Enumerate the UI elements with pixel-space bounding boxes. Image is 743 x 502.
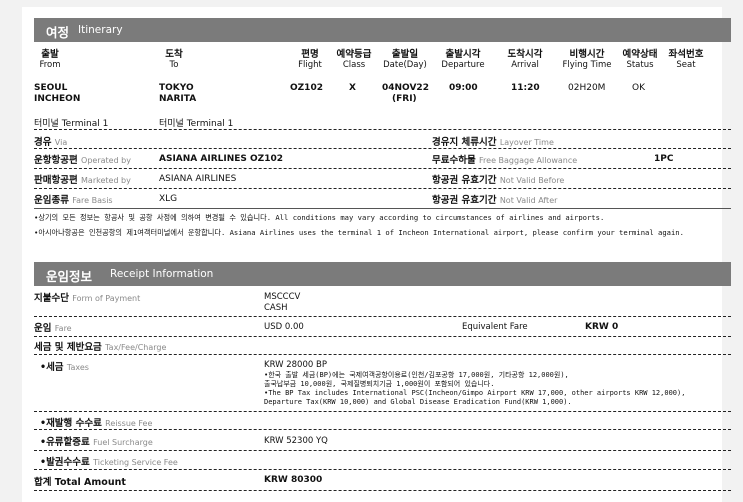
booking-status: OK (632, 83, 645, 93)
operated-by-value: ASIANA AIRLINES OZ102 (159, 154, 283, 164)
payment-value-1: MSCCCV (264, 292, 301, 302)
col-header-class: 예약등급 Class (336, 49, 372, 70)
payment-label: 지불수단 Form of Payment (34, 293, 141, 304)
tax-label: •세금 Taxes (40, 362, 89, 373)
col-header-status: 예약상태 Status (622, 49, 658, 70)
tax-note-line-1: •한국 출발 세금(BP)에는 국제여객공항이용료(인천/김포공항 17,000… (264, 371, 569, 379)
taxes-section-label: 세금 및 제반요금 Tax/Fee/Charge (34, 342, 167, 353)
baggage-label: 무료수하물 Free Baggage Allowance (432, 155, 578, 166)
divider (34, 188, 731, 189)
marketed-by-label: 판매항공편 Marketed by (34, 175, 131, 186)
flying-time: 02H20M (568, 83, 606, 93)
reissue-fee-label: •재발행 수수료 Reissue Fee (40, 418, 153, 429)
via-label: 경유 Via (34, 137, 68, 148)
divider (34, 148, 731, 149)
col-header-from: 출발 From (39, 49, 61, 70)
departure-day: (FRI) (392, 94, 417, 104)
operated-by-label: 운항항공편 Operated by (34, 155, 131, 166)
fare-basis-value: XLG (159, 194, 178, 204)
tax-note-line-3: •The BP Tax includes International PSC(I… (264, 389, 686, 397)
receipt-title-ko: 운임정보 (46, 269, 93, 284)
departure-date: 04NOV22 (382, 83, 429, 93)
equivalent-fare-value: KRW 0 (585, 322, 619, 332)
flight-number: OZ102 (290, 83, 323, 93)
itinerary-header-band: 여정 Itinerary (34, 18, 731, 42)
divider (34, 429, 731, 430)
to-city: TOKYO (159, 83, 194, 93)
divider (34, 469, 731, 470)
marketed-by-value: ASIANA AIRLINES (159, 174, 237, 184)
col-header-date: 출발일 Date(Day) (383, 49, 427, 70)
col-header-arrival: 도착시각 Arrival (507, 49, 543, 70)
terminal-from: 터미널 Terminal 1 (34, 119, 109, 129)
total-amount-label: 합계 Total Amount (34, 477, 126, 488)
departure-time: 09:00 (449, 83, 478, 93)
divider (34, 411, 731, 412)
fuel-surcharge-value: KRW 52300 YQ (264, 436, 328, 446)
divider (34, 168, 731, 169)
fare-label: 운임 Fare (34, 323, 72, 334)
tax-value: KRW 28000 BP (264, 360, 327, 370)
to-airport: NARITA (159, 94, 197, 104)
layover-label: 경유지 체류시간 Layover Time (432, 137, 554, 148)
baggage-value: 1PC (654, 154, 674, 164)
divider (34, 336, 731, 337)
equivalent-fare-label: Equivalent Fare (462, 322, 528, 332)
booking-class: X (349, 83, 356, 93)
divider (34, 490, 731, 491)
from-city: SEOUL (34, 83, 68, 93)
col-header-flying-time: 비행시간 Flying Time (562, 49, 612, 70)
itinerary-title-ko: 여정 (46, 25, 70, 40)
total-amount-value: KRW 80300 (264, 475, 323, 485)
divider (34, 129, 731, 130)
divider (34, 208, 731, 209)
divider (34, 354, 731, 355)
e-ticket-page: 여정 Itinerary 출발 From 도착 To 편명 Flight 예약등급 Cl… (22, 7, 731, 502)
col-header-to: 도착 To (165, 49, 183, 70)
receipt-header-band: 운임정보 Receipt Information (34, 262, 731, 286)
col-header-departure: 출발시각 Departure (441, 49, 485, 70)
terminal-note: •아시아나항공은 인천공항의 제1여객터미널에서 운항합니다. Asiana A… (34, 228, 684, 237)
from-airport: INCHEON (34, 94, 81, 104)
fare-value: USD 0.00 (264, 322, 304, 332)
terminal-to: 터미널 Terminal 1 (159, 119, 234, 129)
not-valid-after-label: 항공권 유효기간 Not Valid After (432, 195, 558, 206)
col-header-seat: 좌석번호 Seat (668, 49, 704, 70)
col-header-flight: 편명 Flight (298, 49, 322, 70)
payment-value-2: CASH (264, 303, 288, 313)
conditions-note: •상기의 모든 정보는 항공사 및 공항 사정에 의하여 변경될 수 있습니다.… (34, 213, 605, 222)
fuel-surcharge-label: •유류할증료 Fuel Surcharge (40, 437, 153, 448)
arrival-time: 11:20 (511, 83, 540, 93)
ticketing-fee-label: •발권수수료 Ticketing Service Fee (40, 457, 178, 468)
divider (34, 450, 731, 451)
itinerary-title-en: Itinerary (78, 24, 123, 36)
fare-basis-label: 운임종류 Fare Basis (34, 195, 113, 206)
receipt-title-en: Receipt Information (110, 268, 214, 280)
tax-note-line-2: 출국납부금 10,000원, 국제질병퇴치기금 1,000원이 포함되어 있습니… (264, 380, 495, 388)
tax-note-line-4: Departure Tax(KRW 10,000) and Global Dis… (264, 398, 572, 406)
not-valid-before-label: 항공권 유효기간 Not Valid Before (432, 175, 565, 186)
divider (34, 316, 731, 317)
